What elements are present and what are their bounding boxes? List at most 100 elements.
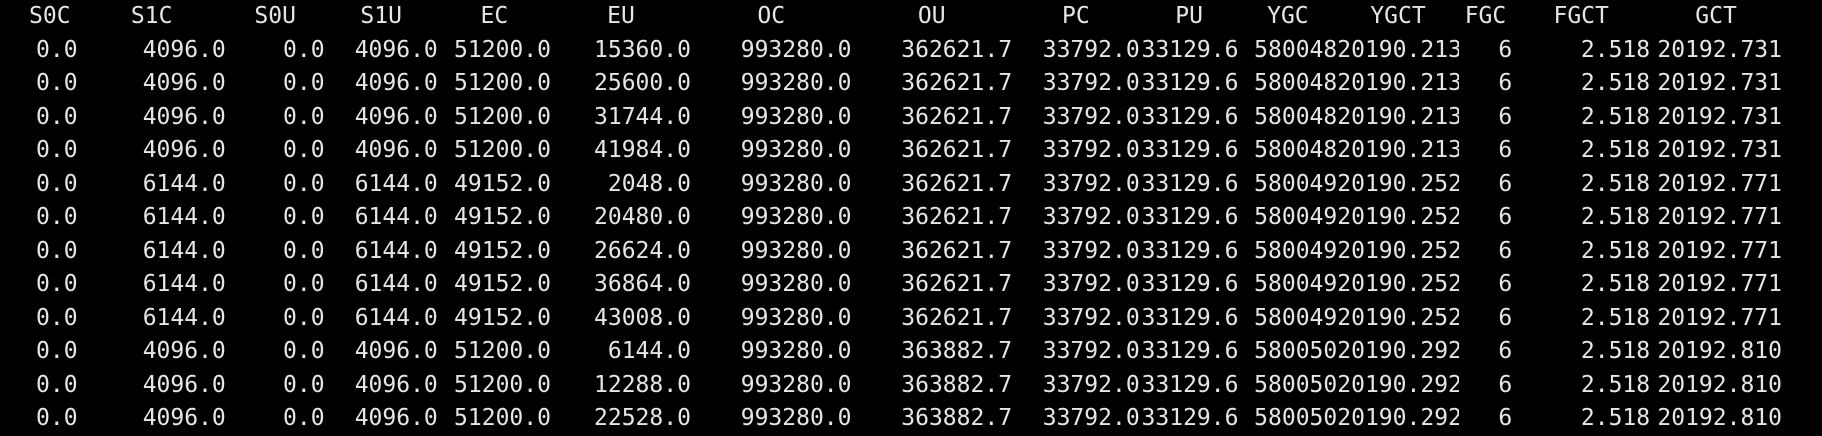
cell-ygct: 20190.252 — [1337, 204, 1459, 230]
cell-eu: 41984.0 — [594, 137, 691, 163]
cell-s0c: 0.0 — [36, 237, 78, 264]
table-row: 0.0 4096.0 0.0 4096.0 51200.0 22528.0 993280.0… — [22, 402, 1782, 436]
cell-s0c: 0.0 — [36, 371, 78, 398]
cell-s0u: 0.0 — [283, 371, 325, 398]
table-row: 0.0 6144.0 0.0 6144.0 49152.0 20480.0 993280.0… — [22, 201, 1782, 235]
cell-pu: 33129.6 — [1141, 70, 1239, 96]
cell-pc: 33792.0 — [1042, 304, 1140, 331]
cell-gct: 20192.731 — [1657, 103, 1782, 130]
cell-ygc: 580050 — [1254, 338, 1338, 364]
cell-eu: 26624.0 — [594, 237, 691, 264]
cell-ygct: 20190.213 — [1337, 103, 1459, 130]
cell-ygc: 580048 — [1254, 70, 1338, 96]
cell-s0c: 0.0 — [36, 70, 78, 96]
cell-ygct: 20190.252 — [1337, 304, 1459, 331]
cell-ygc: 580048 — [1254, 137, 1338, 163]
cell-fgc: 6 — [1498, 170, 1513, 197]
cell-fgct: 2.518 — [1580, 204, 1651, 230]
cell-gct: 20192.771 — [1657, 237, 1782, 264]
cell-s1u: 4096.0 — [354, 371, 438, 398]
cell-s0u: 0.0 — [283, 405, 325, 431]
cell-eu: 2048.0 — [607, 170, 691, 197]
cell-ou: 362621.7 — [901, 304, 1013, 331]
cell-pu: 33129.6 — [1141, 170, 1239, 197]
cell-s1c: 4096.0 — [142, 338, 226, 364]
terminal-window[interactable]: S0C S1C S0U S1U EC EU OC OU PC PU YGC YGCT FGC FGCT GC… — [0, 0, 1822, 436]
cell-ygct: 20190.252 — [1337, 237, 1459, 264]
cell-eu: 6144.0 — [607, 338, 691, 364]
table-row: 0.0 6144.0 0.0 6144.0 49152.0 26624.0 993280.0… — [22, 235, 1782, 269]
cell-s0c: 0.0 — [36, 170, 78, 197]
cell-fgc: 6 — [1498, 338, 1513, 364]
cell-oc: 993280.0 — [740, 237, 852, 264]
column-header-s0c: S0C — [29, 3, 71, 29]
cell-ygct: 20190.252 — [1337, 170, 1459, 197]
column-header-s0u: S0U — [254, 3, 296, 29]
cell-s0u: 0.0 — [283, 70, 325, 96]
cell-s0u: 0.0 — [283, 137, 325, 163]
cell-fgc: 6 — [1498, 271, 1513, 297]
cell-s0u: 0.0 — [283, 271, 325, 297]
cell-ygct: 20190.213 — [1337, 70, 1459, 96]
cell-ec: 49152.0 — [454, 304, 551, 331]
cell-s1c: 4096.0 — [142, 103, 226, 130]
cell-pu: 33129.6 — [1141, 103, 1239, 130]
cell-fgct: 2.518 — [1580, 103, 1651, 130]
table-row: 0.0 6144.0 0.0 6144.0 49152.0 2048.0 993280.0 3… — [22, 168, 1782, 202]
cell-ygct: 20190.213 — [1337, 36, 1459, 63]
cell-pc: 33792.0 — [1042, 204, 1140, 230]
cell-eu: 20480.0 — [594, 204, 691, 230]
cell-gct: 20192.731 — [1657, 137, 1782, 163]
cell-gct: 20192.731 — [1657, 70, 1782, 96]
cell-gct: 20192.771 — [1657, 170, 1782, 197]
cell-fgc: 6 — [1498, 103, 1513, 130]
cell-oc: 993280.0 — [740, 271, 852, 297]
cell-s1u: 4096.0 — [354, 70, 438, 96]
cell-pu: 33129.6 — [1141, 204, 1239, 230]
cell-ygc: 580048 — [1254, 103, 1338, 130]
cell-ec: 51200.0 — [454, 338, 551, 364]
cell-fgc: 6 — [1498, 304, 1513, 331]
cell-pc: 33792.0 — [1042, 170, 1140, 197]
cell-oc: 993280.0 — [740, 204, 852, 230]
cell-ygc: 580050 — [1254, 371, 1338, 398]
cell-s0u: 0.0 — [283, 237, 325, 264]
cell-pu: 33129.6 — [1141, 304, 1239, 331]
cell-pc: 33792.0 — [1042, 271, 1140, 297]
cell-gct: 20192.810 — [1657, 371, 1782, 398]
cell-oc: 993280.0 — [740, 36, 852, 63]
cell-fgc: 6 — [1498, 36, 1513, 63]
table-row: 0.0 4096.0 0.0 4096.0 51200.0 25600.0 993280.0… — [22, 67, 1782, 101]
cell-fgct: 2.518 — [1580, 338, 1651, 364]
cell-oc: 993280.0 — [740, 304, 852, 331]
cell-ec: 51200.0 — [454, 137, 551, 163]
cell-ou: 363882.7 — [901, 371, 1013, 398]
cell-ygct: 20190.292 — [1337, 405, 1459, 431]
gc-stats-table: S0C S1C S0U S1U EC EU OC OU PC PU YGC YGCT FGC FGCT GC… — [22, 0, 1782, 436]
cell-pu: 33129.6 — [1141, 36, 1239, 63]
cell-pu: 33129.6 — [1141, 338, 1239, 364]
cell-oc: 993280.0 — [740, 103, 852, 130]
table-row: 0.0 6144.0 0.0 6144.0 49152.0 43008.0 993280.0… — [22, 302, 1782, 336]
column-header-ygc: YGC — [1267, 3, 1309, 29]
cell-fgct: 2.518 — [1580, 405, 1651, 431]
cell-s1u: 6144.0 — [354, 237, 438, 264]
column-header-eu: EU — [607, 3, 635, 29]
cell-s0c: 0.0 — [36, 36, 78, 63]
cell-eu: 31744.0 — [594, 103, 691, 130]
cell-ec: 51200.0 — [454, 405, 551, 431]
cell-s0c: 0.0 — [36, 103, 78, 130]
column-header-pc: PC — [1062, 3, 1090, 29]
cell-gct: 20192.771 — [1657, 271, 1782, 297]
column-header-fgct: FGCT — [1553, 3, 1609, 29]
cell-pc: 33792.0 — [1042, 103, 1140, 130]
cell-fgc: 6 — [1498, 405, 1513, 431]
cell-pc: 33792.0 — [1042, 405, 1140, 431]
cell-fgct: 2.518 — [1580, 36, 1651, 63]
cell-ygct: 20190.213 — [1337, 137, 1459, 163]
column-header-ec: EC — [480, 3, 509, 29]
cell-s0c: 0.0 — [36, 271, 78, 297]
cell-s1c: 6144.0 — [142, 304, 226, 331]
cell-eu: 22528.0 — [594, 405, 691, 431]
cell-ygc: 580050 — [1254, 405, 1338, 431]
